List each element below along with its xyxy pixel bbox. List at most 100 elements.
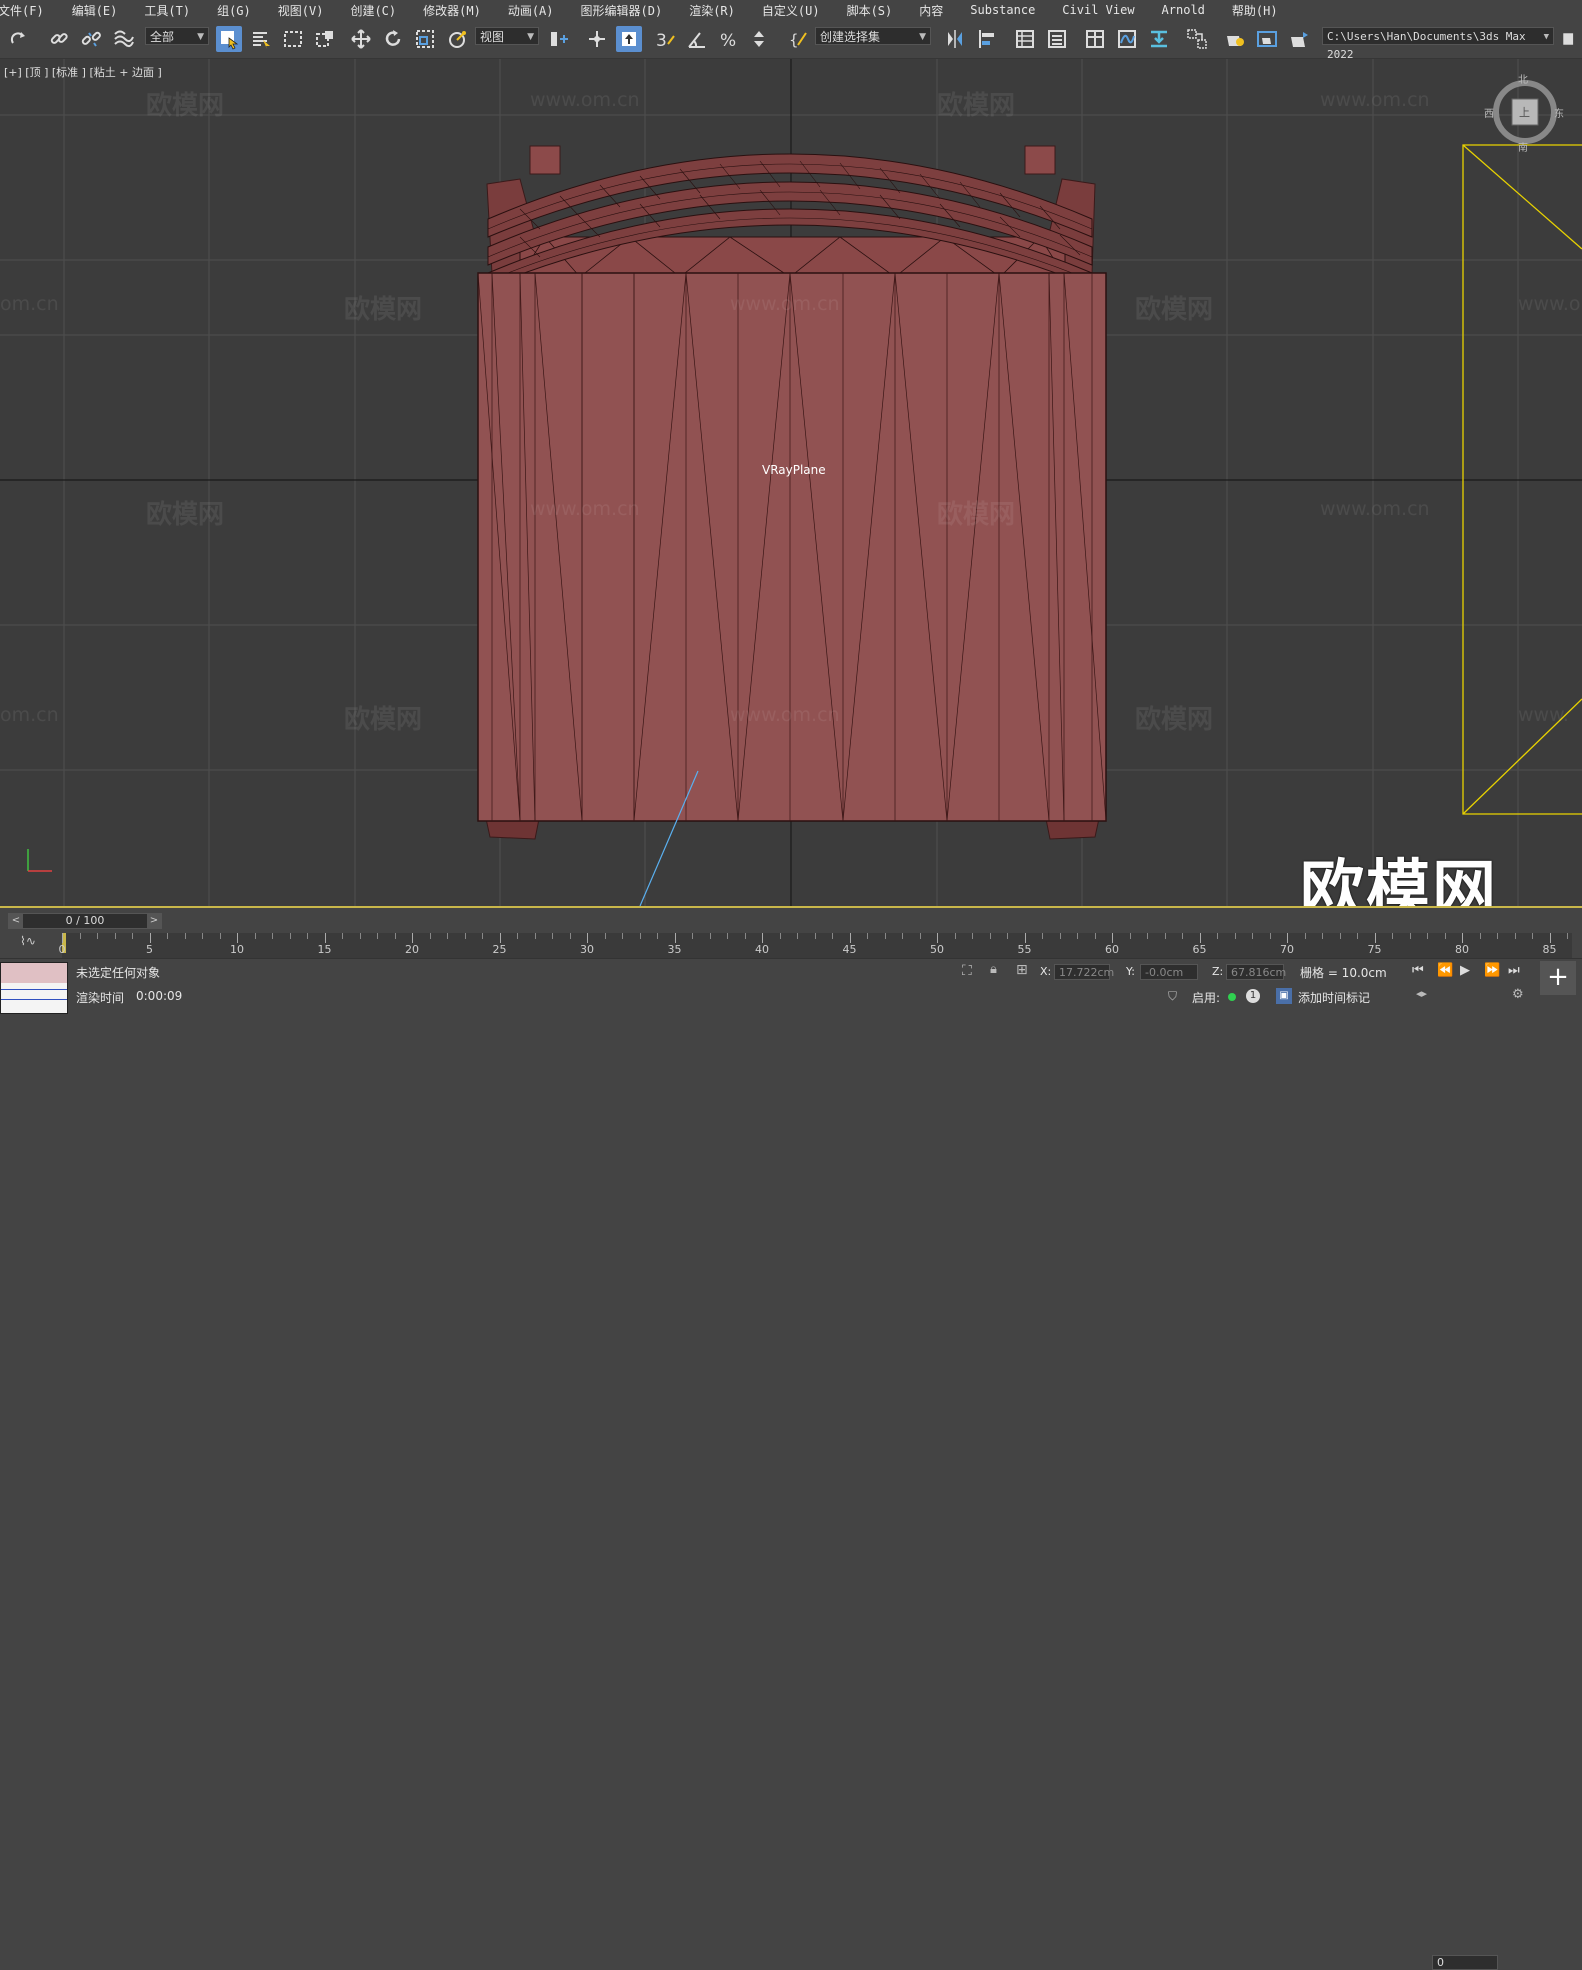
enabled-status-icon[interactable]: [1228, 993, 1236, 1001]
viewcube-north[interactable]: 北: [1518, 71, 1528, 86]
schematic-view-icon[interactable]: [1146, 26, 1172, 52]
timeline-tick-label: 45: [842, 943, 857, 956]
timeline-tick-label: 5: [146, 943, 153, 956]
redo-icon[interactable]: [6, 26, 32, 52]
isolate-selection-icon[interactable]: ⛶: [962, 963, 972, 979]
material-editor-icon[interactable]: [1184, 26, 1210, 52]
timeline-tick: [884, 933, 886, 939]
viewcube-top[interactable]: 上: [1519, 104, 1530, 120]
project-folder-icon[interactable]: [1560, 26, 1578, 52]
info-badge-icon[interactable]: 1: [1246, 989, 1260, 1003]
timeline-tick: [552, 933, 553, 939]
rectangular-selection-icon[interactable]: [280, 26, 306, 52]
timeline-tick: [989, 933, 991, 939]
current-frame-field[interactable]: 0: [1432, 1955, 1498, 1970]
timeline-tick-label: 30: [580, 943, 594, 956]
menu-tools[interactable]: 工具(T): [144, 2, 190, 19]
y-coord-field[interactable]: -0.0cm: [1140, 964, 1198, 980]
menu-customize[interactable]: 自定义(U): [762, 2, 820, 19]
layer-explorer-icon[interactable]: [1012, 26, 1038, 52]
snaps-3d-icon[interactable]: 3: [652, 26, 678, 52]
reference-coord-dropdown[interactable]: 视图 ▼: [475, 27, 539, 45]
selection-filter-dropdown[interactable]: 全部 ▼: [145, 27, 209, 45]
render-setup-icon[interactable]: [1222, 26, 1248, 52]
add-time-tag[interactable]: 添加时间标记: [1298, 989, 1370, 1006]
align-icon[interactable]: [974, 26, 1000, 52]
menu-scripting[interactable]: 脚本(S): [847, 2, 893, 19]
transform-mode-icon[interactable]: ⊞: [1016, 962, 1028, 978]
menu-create[interactable]: 创建(C): [350, 2, 396, 19]
menu-rendering[interactable]: 渲染(R): [689, 2, 735, 19]
pivot-center-icon[interactable]: [546, 26, 572, 52]
chair-model[interactable]: [477, 145, 1107, 840]
new-key-icon[interactable]: +: [1540, 961, 1576, 995]
menu-edit[interactable]: 编辑(E): [72, 2, 118, 19]
timeline-tick: [62, 933, 63, 943]
viewcube-south[interactable]: 南: [1518, 139, 1528, 154]
go-to-start-icon[interactable]: ⏮: [1412, 963, 1424, 978]
frame-spinner-icon[interactable]: ◂▸: [1416, 987, 1427, 1000]
placement-icon[interactable]: [444, 26, 470, 52]
select-by-name-icon[interactable]: [248, 26, 274, 52]
percent-snap-icon[interactable]: %: [716, 26, 742, 52]
spinner-snap-icon[interactable]: [748, 26, 774, 52]
curve-editor-icon[interactable]: [1114, 26, 1140, 52]
viewport-label[interactable]: [+] [顶 ] [标准 ] [粘土 + 边面 ]: [4, 64, 162, 80]
project-path-dropdown[interactable]: C:\Users\Han\Documents\3ds Max 2022 ▼: [1322, 27, 1554, 61]
unlink-icon[interactable]: [78, 26, 104, 52]
go-to-end-icon[interactable]: ⏭: [1508, 963, 1520, 978]
previous-frame-icon[interactable]: ⏪: [1437, 963, 1453, 978]
next-frame-icon[interactable]: ⏩: [1484, 963, 1500, 978]
adaptive-degradation-icon[interactable]: ⛉: [1168, 989, 1177, 1004]
link-icon[interactable]: [46, 26, 72, 52]
keyboard-shortcut-override-icon[interactable]: [616, 26, 642, 52]
play-icon[interactable]: ▶: [1460, 963, 1470, 978]
next-frame-icon[interactable]: >: [147, 914, 161, 928]
viewport-canvas: [0, 59, 1582, 906]
rotate-icon[interactable]: [380, 26, 406, 52]
timeline-tick: [447, 933, 448, 939]
mirror-icon[interactable]: [942, 26, 968, 52]
menu-view[interactable]: 视图(V): [278, 2, 324, 19]
x-coord-field[interactable]: 17.722cm: [1054, 964, 1114, 980]
timeline-tick: [254, 933, 256, 939]
z-coord-field[interactable]: 67.816cm: [1226, 964, 1286, 980]
menu-civil-view[interactable]: Civil View: [1062, 3, 1134, 17]
lock-icon[interactable]: 🔒︎: [990, 962, 997, 977]
curve-editor-mini-icon[interactable]: ⌇∿: [20, 934, 36, 948]
track-bar[interactable]: 0 5 10 15 20 25 30 35 40 45 50 55 60 65 70 75 80 85: [59, 933, 1572, 958]
scene-explorer-icon[interactable]: [1082, 26, 1108, 52]
timeline-tick: [902, 933, 903, 939]
render-production-icon[interactable]: [1286, 26, 1312, 52]
timeline-tick: [657, 933, 658, 939]
menu-animation[interactable]: 动画(A): [508, 2, 554, 19]
time-config-icon[interactable]: ⚙: [1512, 987, 1524, 1002]
watermark: om.cn: [0, 704, 59, 726]
toggle-ribbon-icon[interactable]: [1044, 26, 1070, 52]
select-object-icon[interactable]: [216, 26, 242, 52]
top-viewport[interactable]: [+] [顶 ] [标准 ] [粘土 + 边面 ] 北 西 东 南 上 欧模网 …: [0, 59, 1582, 908]
menu-file[interactable]: 文件(F): [0, 2, 44, 19]
maxscript-listener-mini[interactable]: [0, 962, 68, 1014]
time-slider[interactable]: < 0 / 100 >: [8, 913, 162, 929]
time-tag-icon[interactable]: ▣: [1276, 988, 1292, 1004]
menu-help[interactable]: 帮助(H): [1232, 2, 1278, 19]
rendered-frame-window-icon[interactable]: [1254, 26, 1280, 52]
menu-modifiers[interactable]: 修改器(M): [423, 2, 481, 19]
move-icon[interactable]: [348, 26, 374, 52]
viewcube-east[interactable]: 东: [1554, 105, 1564, 120]
menu-substance[interactable]: Substance: [970, 3, 1035, 17]
named-selection-set-dropdown[interactable]: 创建选择集 ▼: [815, 27, 931, 45]
menu-group[interactable]: 组(G): [217, 2, 251, 19]
scale-icon[interactable]: [412, 26, 438, 52]
viewcube-west[interactable]: 西: [1484, 105, 1494, 120]
select-manipulate-icon[interactable]: [584, 26, 610, 52]
edit-named-selection-icon[interactable]: {: [786, 26, 812, 52]
angle-snap-icon[interactable]: [684, 26, 710, 52]
viewcube[interactable]: 北 西 东 南 上: [1484, 75, 1564, 154]
menu-graph-editors[interactable]: 图形编辑器(D): [581, 2, 663, 19]
window-crossing-icon[interactable]: [312, 26, 338, 52]
menu-arnold[interactable]: Arnold: [1162, 3, 1205, 17]
bind-spacewarp-icon[interactable]: [110, 26, 136, 52]
menu-content[interactable]: 内容: [919, 2, 943, 19]
